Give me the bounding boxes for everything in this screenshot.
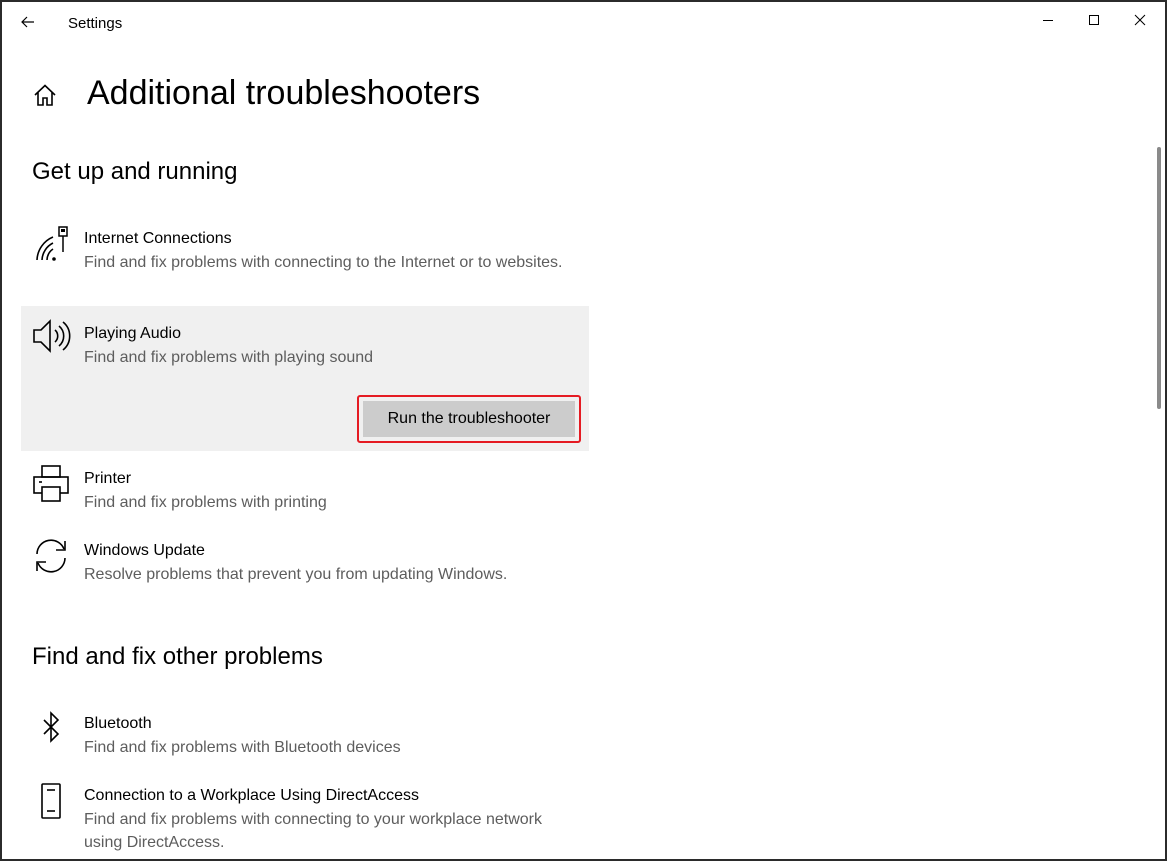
app-title: Settings	[68, 15, 123, 32]
section-title-find-and-fix-other-problems: Find and fix other problems	[32, 643, 323, 670]
back-arrow-icon	[21, 16, 34, 28]
phone-device-icon	[31, 781, 71, 821]
item-description: Find and fix problems with printing	[84, 494, 327, 511]
wifi-network-icon	[31, 224, 71, 264]
troubleshooter-bluetooth[interactable]: Bluetooth Find and fix problems with Blu…	[21, 699, 589, 765]
maximize-icon	[1089, 15, 1099, 25]
item-name: Bluetooth	[84, 715, 152, 732]
item-description: Find and fix problems with connecting to…	[84, 254, 563, 271]
printer-icon	[31, 464, 71, 504]
item-name: Playing Audio	[84, 325, 181, 342]
home-button[interactable]	[32, 82, 58, 108]
scrollbar[interactable]	[1157, 147, 1161, 409]
item-description: Find and fix problems with playing sound	[84, 349, 374, 366]
troubleshooter-windows-update[interactable]: Windows Update Resolve problems that pre…	[21, 526, 589, 592]
item-name: Connection to a Workplace Using DirectAc…	[84, 787, 419, 804]
page-title: Additional troubleshooters	[87, 74, 481, 112]
title-bar: Settings	[2, 2, 1165, 42]
item-description: Find and fix problems with connecting to…	[84, 811, 542, 851]
home-icon	[34, 84, 56, 106]
sync-icon	[31, 536, 71, 576]
close-button[interactable]	[1117, 2, 1163, 38]
item-description: Resolve problems that prevent you from u…	[84, 566, 508, 583]
minimize-button[interactable]	[1025, 2, 1071, 38]
close-icon	[1134, 14, 1146, 26]
troubleshooter-playing-audio[interactable]: Playing Audio Find and fix problems with…	[21, 306, 589, 451]
troubleshooter-directaccess[interactable]: Connection to a Workplace Using DirectAc…	[21, 771, 589, 859]
troubleshooter-internet-connections[interactable]: Internet Connections Find and fix proble…	[21, 214, 589, 304]
back-button[interactable]	[10, 6, 46, 38]
run-troubleshooter-button[interactable]: Run the troubleshooter	[363, 401, 575, 437]
minimize-icon	[1043, 20, 1053, 21]
item-description: Find and fix problems with Bluetooth dev…	[84, 739, 401, 756]
run-button-highlight: Run the troubleshooter	[357, 395, 581, 443]
item-name: Windows Update	[84, 542, 205, 559]
maximize-button[interactable]	[1071, 2, 1117, 38]
settings-window: Settings Additional troubleshooters Get …	[2, 2, 1165, 859]
item-name: Printer	[84, 470, 132, 487]
troubleshooter-printer[interactable]: Printer Find and fix problems with print…	[21, 454, 589, 520]
speaker-icon	[31, 316, 71, 356]
bluetooth-icon	[31, 709, 71, 749]
section-title-get-up-and-running: Get up and running	[32, 158, 238, 185]
item-name: Internet Connections	[84, 230, 232, 247]
